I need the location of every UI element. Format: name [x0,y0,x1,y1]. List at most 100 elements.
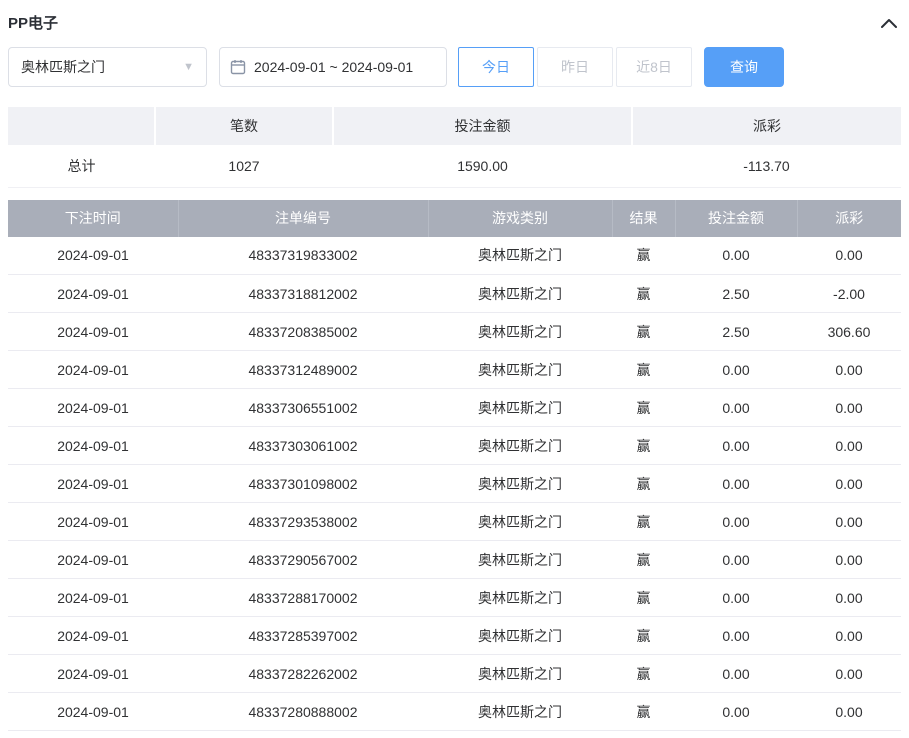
cell-bet-date: 2024-09-01 [8,426,178,465]
summary-total-payout: -113.70 [632,145,901,188]
quick-filter-yesterday[interactable]: 昨日 [537,47,613,87]
summary-header-row: 笔数 投注金额 派彩 [8,107,901,145]
chevron-up-icon [881,15,897,31]
cell-bet-amount: 0.00 [675,236,797,275]
cell-game-type: 奥林匹斯之门 [428,312,612,351]
cell-game-type: 奥林匹斯之门 [428,616,612,655]
table-row: 2024-09-01 48337319833002 奥林匹斯之门 赢 0.00 … [8,236,901,275]
table-row: 2024-09-01 48337306551002 奥林匹斯之门 赢 0.00 … [8,388,901,427]
cell-game-type: 奥林匹斯之门 [428,464,612,503]
cell-bet-date: 2024-09-01 [8,578,178,617]
records-header-bet: 投注金额 [675,199,798,237]
table-row: 2024-09-01 48337293538002 奥林匹斯之门 赢 0.00 … [8,502,901,541]
cell-order-id: 48337288170002 [178,578,428,617]
records-header-row: 下注时间 注单编号 游戏类别 结果 投注金额 派彩 [8,199,901,237]
cell-game-type: 奥林匹斯之门 [428,540,612,579]
records-table: 下注时间 注单编号 游戏类别 结果 投注金额 派彩 2024-09-01 483… [8,199,901,731]
cell-bet-date: 2024-09-01 [8,540,178,579]
cell-result: 赢 [612,654,675,693]
records-header-game: 游戏类别 [428,199,613,237]
cell-result: 赢 [612,236,675,275]
table-row: 2024-09-01 48337288170002 奥林匹斯之门 赢 0.00 … [8,578,901,617]
cell-game-type: 奥林匹斯之门 [428,578,612,617]
cell-payout: 0.00 [797,236,901,275]
cell-bet-amount: 0.00 [675,464,797,503]
records-header-order-id: 注单编号 [178,199,429,237]
cell-order-id: 48337282262002 [178,654,428,693]
cell-bet-amount: 0.00 [675,388,797,427]
panel-title: PP电子 [8,15,59,32]
cell-payout: 306.60 [797,312,901,351]
summary-header-blank [8,107,156,145]
game-select[interactable]: 奥林匹斯之门 ▼ [8,47,207,87]
table-row: 2024-09-01 48337301098002 奥林匹斯之门 赢 0.00 … [8,464,901,503]
cell-result: 赢 [612,616,675,655]
cell-result: 赢 [612,578,675,617]
cell-order-id: 48337290567002 [178,540,428,579]
cell-order-id: 48337303061002 [178,426,428,465]
cell-order-id: 48337312489002 [178,350,428,389]
cell-bet-amount: 0.00 [675,692,797,731]
cell-result: 赢 [612,388,675,427]
cell-payout: 0.00 [797,426,901,465]
quick-filter-today[interactable]: 今日 [458,47,534,87]
cell-game-type: 奥林匹斯之门 [428,502,612,541]
cell-bet-amount: 2.50 [675,274,797,313]
cell-payout: 0.00 [797,388,901,427]
summary-total-count: 1027 [155,145,333,188]
cell-bet-amount: 0.00 [675,616,797,655]
cell-payout: 0.00 [797,578,901,617]
cell-order-id: 48337293538002 [178,502,428,541]
cell-bet-amount: 0.00 [675,654,797,693]
cell-game-type: 奥林匹斯之门 [428,350,612,389]
cell-order-id: 48337319833002 [178,236,428,275]
cell-bet-date: 2024-09-01 [8,654,178,693]
cell-payout: 0.00 [797,692,901,731]
panel-header: PP电子 [8,8,901,47]
summary-total-label: 总计 [8,145,155,188]
table-row: 2024-09-01 48337318812002 奥林匹斯之门 赢 2.50 … [8,274,901,313]
cell-bet-date: 2024-09-01 [8,312,178,351]
cell-order-id: 48337208385002 [178,312,428,351]
cell-order-id: 48337280888002 [178,692,428,731]
filter-bar: 奥林匹斯之门 ▼ 2024-09-01 ~ 2024-09-01 今日 昨日 近… [8,47,901,87]
table-row: 2024-09-01 48337285397002 奥林匹斯之门 赢 0.00 … [8,616,901,655]
date-range-picker[interactable]: 2024-09-01 ~ 2024-09-01 [219,47,447,87]
summary-table: 笔数 投注金额 派彩 总计 1027 1590.00 -113.70 [8,107,901,188]
collapse-button[interactable] [879,13,899,33]
cell-order-id: 48337301098002 [178,464,428,503]
summary-header-count: 笔数 [155,107,334,145]
search-button[interactable]: 查询 [704,47,784,87]
cell-payout: 0.00 [797,502,901,541]
cell-bet-date: 2024-09-01 [8,274,178,313]
cell-game-type: 奥林匹斯之门 [428,274,612,313]
cell-bet-amount: 0.00 [675,540,797,579]
quick-filter-last8days[interactable]: 近8日 [616,47,692,87]
summary-header-payout: 派彩 [632,107,901,145]
cell-bet-amount: 0.00 [675,426,797,465]
records-table-body: 2024-09-01 48337319833002 奥林匹斯之门 赢 0.00 … [8,236,901,731]
cell-bet-amount: 0.00 [675,578,797,617]
chevron-down-icon: ▼ [183,61,194,73]
cell-game-type: 奥林匹斯之门 [428,426,612,465]
cell-bet-date: 2024-09-01 [8,350,178,389]
cell-payout: 0.00 [797,616,901,655]
summary-total-bet-amount: 1590.00 [333,145,632,188]
cell-order-id: 48337285397002 [178,616,428,655]
cell-result: 赢 [612,692,675,731]
cell-bet-date: 2024-09-01 [8,502,178,541]
cell-game-type: 奥林匹斯之门 [428,692,612,731]
cell-result: 赢 [612,464,675,503]
cell-bet-amount: 0.00 [675,502,797,541]
pp-games-panel: PP电子 奥林匹斯之门 ▼ 2024-09-01 ~ 2024-09-01 今日… [8,8,901,731]
cell-order-id: 48337318812002 [178,274,428,313]
cell-payout: -2.00 [797,274,901,313]
records-header-date: 下注时间 [8,199,179,237]
records-header-result: 结果 [612,199,676,237]
table-row: 2024-09-01 48337290567002 奥林匹斯之门 赢 0.00 … [8,540,901,579]
table-row: 2024-09-01 48337282262002 奥林匹斯之门 赢 0.00 … [8,654,901,693]
cell-result: 赢 [612,312,675,351]
cell-result: 赢 [612,426,675,465]
cell-bet-date: 2024-09-01 [8,236,178,275]
table-row: 2024-09-01 48337303061002 奥林匹斯之门 赢 0.00 … [8,426,901,465]
